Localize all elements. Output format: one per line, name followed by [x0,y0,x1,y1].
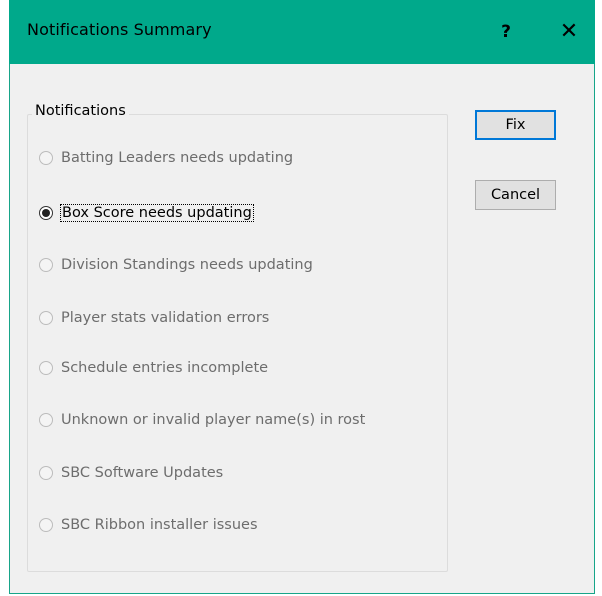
radio-circle-icon [39,361,53,375]
radio-label: Schedule entries incomplete [61,360,269,376]
radio-sbc-ribbon-installer[interactable]: SBC Ribbon installer issues [39,512,258,538]
radio-label: Division Standings needs updating [61,257,313,273]
radio-label: Unknown or invalid player name(s) in ros… [61,412,366,428]
radio-circle-icon [39,151,53,165]
radio-label: Player stats validation errors [61,310,270,326]
fix-button[interactable]: Fix [475,110,556,140]
dialog-title: Notifications Summary [27,20,212,39]
radio-circle-icon [39,518,53,532]
title-bar: Notifications Summary ? ✕ [9,0,595,64]
radio-sbc-software-updates[interactable]: SBC Software Updates [39,460,223,486]
radio-schedule-entries[interactable]: Schedule entries incomplete [39,355,268,381]
radio-player-stats[interactable]: Player stats validation errors [39,305,269,331]
radio-unknown-player-names[interactable]: Unknown or invalid player name(s) in ros… [39,407,365,433]
radio-circle-icon [39,311,53,325]
radio-circle-icon [39,466,53,480]
notifications-groupbox [27,114,448,572]
radio-batting-leaders[interactable]: Batting Leaders needs updating [39,145,293,171]
radio-circle-icon [39,258,53,272]
radio-division-standings[interactable]: Division Standings needs updating [39,252,313,278]
groupbox-label: Notifications [32,103,129,119]
radio-selected-icon [39,206,53,220]
help-button[interactable]: ? [486,14,526,50]
radio-label: SBC Software Updates [61,465,224,481]
radio-label: Batting Leaders needs updating [61,150,294,166]
radio-box-score[interactable]: Box Score needs updating [39,200,254,226]
radio-label: Box Score needs updating [60,204,254,222]
cancel-button[interactable]: Cancel [475,180,556,210]
close-button[interactable]: ✕ [549,14,589,50]
radio-circle-icon [39,413,53,427]
radio-label: SBC Ribbon installer issues [61,517,258,533]
